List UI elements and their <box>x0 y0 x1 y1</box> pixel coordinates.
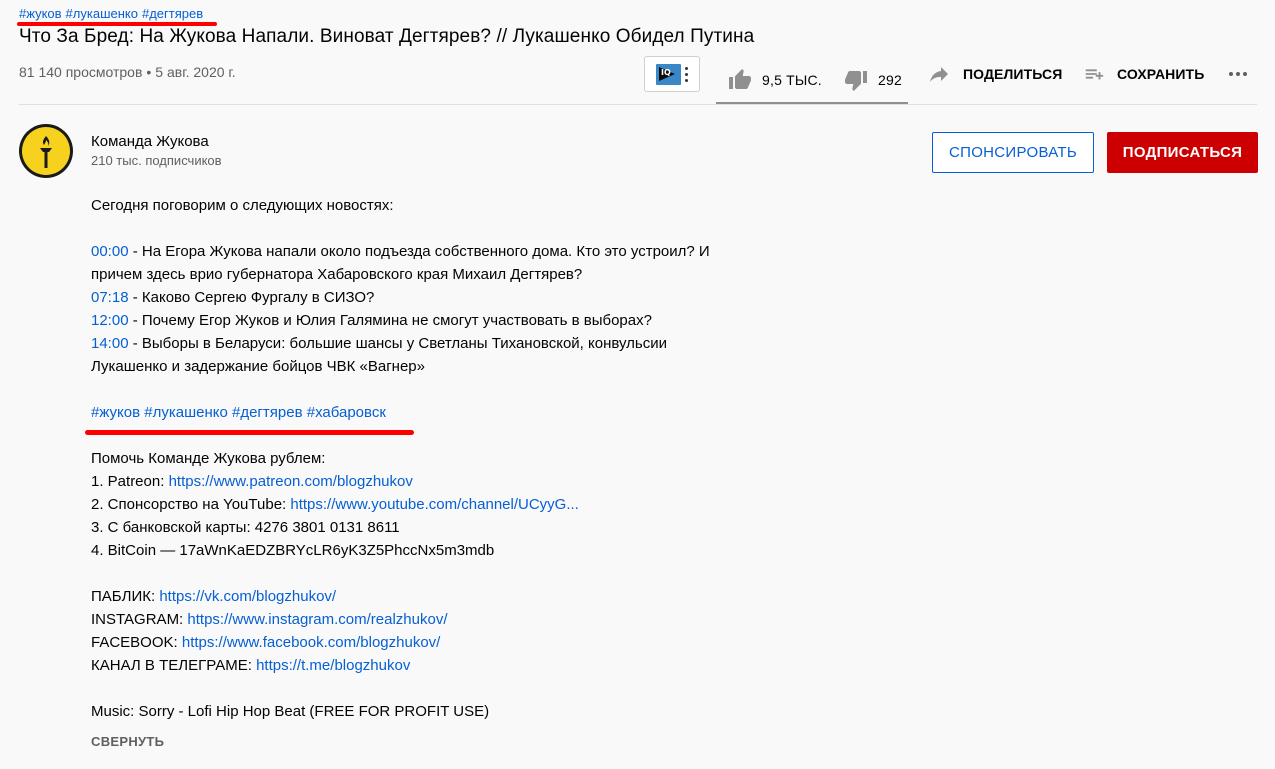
subscribe-button[interactable]: ПОДПИСАТЬСЯ <box>1107 132 1258 173</box>
social-item: КАНАЛ В ТЕЛЕГРАМЕ: https://t.me/blogzhuk… <box>91 657 411 674</box>
iq-logo-icon: IQ <box>656 63 681 85</box>
patreon-link[interactable]: https://www.patreon.com/blogzhukov <box>169 473 413 490</box>
facebook-link[interactable]: https://www.facebook.com/blogzhukov/ <box>182 634 440 651</box>
extension-menu-icon <box>685 66 688 82</box>
description-hashtags: #жуков #лукашенко #дегтярев #хабаровск <box>91 401 791 424</box>
upload-date: 5 авг. 2020 г. <box>155 64 236 80</box>
hashtag-link[interactable]: #хабаровск <box>307 404 386 421</box>
playlist-add-icon <box>1085 69 1104 80</box>
top-hashtag-zhukov[interactable]: #жуков <box>19 6 62 21</box>
hashtag-link[interactable]: #лукашенко <box>144 404 228 421</box>
like-button[interactable]: 9,5 ТЫС. <box>728 62 822 98</box>
save-label: СОХРАНИТЬ <box>1117 66 1205 82</box>
dislike-button[interactable]: 292 <box>844 62 902 98</box>
thumb-down-icon <box>845 71 867 91</box>
support-title: Помочь Команде Жукова рублем: <box>91 450 326 467</box>
timestamp-link[interactable]: 14:00 <box>91 335 129 352</box>
timestamp-link[interactable]: 12:00 <box>91 312 129 329</box>
video-description: Сегодня поговорим о следующих новостях: … <box>91 194 791 723</box>
support-item: 1. Patreon: https://www.patreon.com/blog… <box>91 473 413 490</box>
instagram-link[interactable]: https://www.instagram.com/realzhukov/ <box>187 611 447 628</box>
chapter-row: 14:00 - Выборы в Беларуси: большие шансы… <box>91 332 791 355</box>
thumb-up-icon <box>729 69 751 89</box>
share-label: ПОДЕЛИТЬСЯ <box>963 66 1063 82</box>
share-button[interactable]: ПОДЕЛИТЬСЯ <box>927 56 1062 92</box>
top-hashtag-lukashenko[interactable]: #лукашенко <box>66 6 138 21</box>
top-hashtags: #жуков #лукашенко #дегтярев <box>19 6 207 21</box>
description-intro: Сегодня поговорим о следующих новостях: <box>91 197 394 214</box>
like-count: 9,5 ТЫС. <box>762 72 822 88</box>
chapter-text: - Каково Сергею Фургалу в СИЗО? <box>128 289 375 306</box>
chapter-text-cont: Лукашенко и задержание бойцов ЧВК «Вагне… <box>91 358 425 375</box>
save-button[interactable]: СОХРАНИТЬ <box>1083 56 1204 92</box>
chapter-row: 07:18 - Каково Сергею Фургалу в СИЗО? <box>91 286 791 309</box>
support-item: 4. BitCoin — 17aWnKaEDZBRYcLR6yK3Z5PhccN… <box>91 542 495 559</box>
social-item: ПАБЛИК: https://vk.com/blogzhukov/ <box>91 588 337 605</box>
rating-bar: 9,5 ТЫС. 292 <box>716 56 908 104</box>
music-credit: Music: Sorry - Lofi Hip Hop Beat (FREE F… <box>91 703 490 720</box>
vk-link[interactable]: https://vk.com/blogzhukov/ <box>159 588 336 605</box>
chapter-row: 00:00 - На Егора Жукова напали около под… <box>91 240 791 263</box>
social-item: FACEBOOK: https://www.facebook.com/blogz… <box>91 634 441 651</box>
sponsor-button[interactable]: СПОНСИРОВАТЬ <box>932 132 1094 173</box>
top-hashtag-degtyarev[interactable]: #дегтярев <box>142 6 203 21</box>
social-item: INSTAGRAM: https://www.instagram.com/rea… <box>91 611 448 628</box>
timestamp-link[interactable]: 07:18 <box>91 289 129 306</box>
video-meta: 81 140 просмотров • 5 авг. 2020 г. <box>19 64 236 80</box>
hashtag-link[interactable]: #дегтярев <box>232 404 303 421</box>
dislike-count: 292 <box>878 72 902 88</box>
collapse-button[interactable]: СВЕРНУТЬ <box>91 734 164 749</box>
chapter-text: - Выборы в Беларуси: большие шансы у Све… <box>128 335 668 352</box>
support-item: 3. С банковской карты: 4276 3801 0131 86… <box>91 519 400 536</box>
more-actions-icon[interactable] <box>1229 72 1247 76</box>
view-count: 81 140 просмотров <box>19 64 143 80</box>
extension-button[interactable]: IQ <box>644 56 700 92</box>
channel-name[interactable]: Команда Жукова <box>91 133 209 150</box>
chapter-row: 12:00 - Почему Егор Жуков и Юлия Галямин… <box>91 309 791 332</box>
telegram-link[interactable]: https://t.me/blogzhukov <box>256 657 410 674</box>
video-title: Что За Бред: На Жукова Напали. Виноват Д… <box>19 26 755 47</box>
timestamp-link[interactable]: 00:00 <box>91 243 129 260</box>
youtube-channel-link[interactable]: https://www.youtube.com/channel/UCyyG... <box>290 496 578 513</box>
subscriber-count: 210 тыс. подписчиков <box>91 153 222 168</box>
chapter-text-cont: причем здесь врио губернатора Хабаровско… <box>91 266 583 283</box>
chapter-text: - На Егора Жукова напали около подъезда … <box>128 243 710 260</box>
support-item: 2. Спонсорство на YouTube: https://www.y… <box>91 496 579 513</box>
annotation-underline-hashtags <box>85 430 414 435</box>
divider <box>19 104 1257 105</box>
meta-separator: • <box>146 64 152 80</box>
chapter-text: - Почему Егор Жуков и Юлия Галямина не с… <box>128 312 652 329</box>
channel-avatar[interactable] <box>19 124 73 178</box>
hashtag-link[interactable]: #жуков <box>91 404 140 421</box>
share-arrow-icon <box>930 67 948 82</box>
torch-icon <box>40 136 52 168</box>
